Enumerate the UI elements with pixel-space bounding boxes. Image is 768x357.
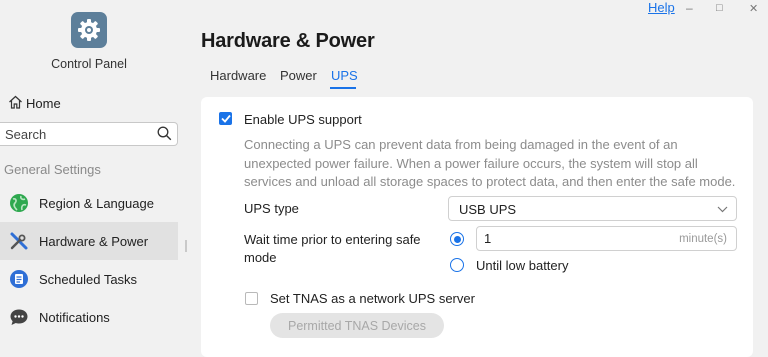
ups-type-value: USB UPS bbox=[459, 202, 517, 217]
until-low-battery-radio[interactable] bbox=[450, 258, 464, 272]
page-title: Hardware & Power bbox=[201, 30, 375, 52]
ups-type-select[interactable]: USB UPS bbox=[448, 196, 737, 221]
ups-type-label: UPS type bbox=[244, 201, 299, 216]
sidebar-item-label: Notifications bbox=[39, 309, 110, 325]
sidebar-item-label: Hardware & Power bbox=[39, 233, 149, 249]
task-list-icon bbox=[9, 269, 29, 289]
sidebar-item-hardware-power[interactable]: Hardware & Power bbox=[0, 222, 178, 260]
sidebar-item-label: Region & Language bbox=[39, 195, 154, 211]
app-title: Control Panel bbox=[51, 57, 127, 71]
enable-ups-label: Enable UPS support bbox=[244, 112, 362, 127]
wait-time-field: minute(s) bbox=[476, 226, 737, 251]
close-button[interactable]: ✕ bbox=[749, 2, 758, 15]
ups-description: Connecting a UPS can prevent data from b… bbox=[244, 137, 736, 189]
minimize-button[interactable]: – bbox=[686, 1, 693, 15]
tab-hardware[interactable]: Hardware bbox=[210, 68, 266, 83]
chat-bubble-icon bbox=[9, 307, 29, 327]
wait-time-label: Wait time prior to entering safe mode bbox=[244, 232, 421, 265]
sidebar-item-scheduled-tasks[interactable]: Scheduled Tasks bbox=[0, 260, 178, 298]
wait-minutes-radio[interactable] bbox=[450, 232, 464, 246]
control-panel-gear-icon bbox=[71, 12, 107, 48]
maximize-button[interactable]: □ bbox=[716, 2, 723, 14]
sidebar-item-notifications[interactable]: Notifications bbox=[0, 298, 178, 336]
sidebar-item-region-language[interactable]: Region & Language bbox=[0, 184, 178, 222]
chevron-down-icon bbox=[717, 206, 728, 213]
wait-time-input[interactable] bbox=[484, 231, 634, 246]
network-ups-server-checkbox[interactable] bbox=[245, 292, 258, 305]
tab-ups[interactable]: UPS bbox=[331, 68, 358, 83]
tools-icon bbox=[9, 231, 29, 251]
globe-icon bbox=[9, 193, 29, 213]
checkmark-icon bbox=[220, 114, 231, 123]
sidebar-item-label: Scheduled Tasks bbox=[39, 271, 138, 287]
help-link[interactable]: Help bbox=[648, 0, 675, 15]
sidebar-scrollbar[interactable] bbox=[185, 240, 187, 252]
search-input[interactable] bbox=[0, 123, 145, 145]
sidebar-group-label: General Settings bbox=[4, 162, 101, 177]
home-label: Home bbox=[26, 96, 61, 111]
search-box bbox=[0, 122, 178, 146]
tab-power[interactable]: Power bbox=[280, 68, 317, 83]
permitted-tnas-devices-button[interactable]: Permitted TNAS Devices bbox=[270, 313, 444, 338]
active-tab-indicator bbox=[330, 87, 356, 89]
wait-time-unit: minute(s) bbox=[679, 233, 727, 245]
enable-ups-checkbox[interactable] bbox=[219, 112, 232, 125]
search-icon[interactable] bbox=[157, 126, 172, 146]
network-ups-server-label: Set TNAS as a network UPS server bbox=[270, 291, 475, 306]
home-icon bbox=[8, 95, 23, 112]
home-link[interactable]: Home bbox=[8, 95, 61, 112]
until-low-battery-label: Until low battery bbox=[476, 258, 569, 273]
